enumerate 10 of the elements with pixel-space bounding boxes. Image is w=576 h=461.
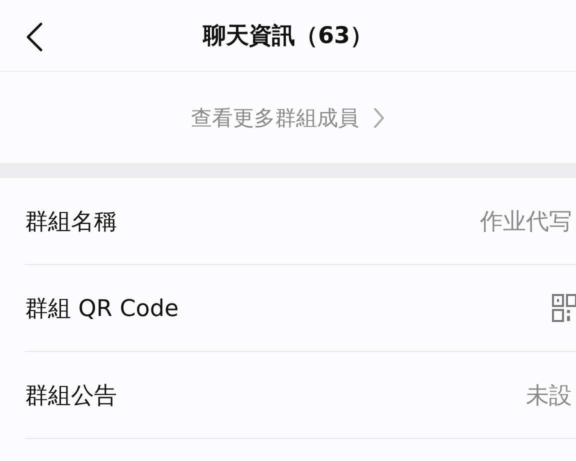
page-title: 聊天資訊（63） xyxy=(202,22,373,51)
row-value: 未設 xyxy=(526,382,573,410)
row-label: 群組名稱 xyxy=(25,208,117,236)
row-label: 群組 QR Code xyxy=(25,294,179,324)
row-label: 群組公告 xyxy=(25,382,117,410)
back-icon[interactable] xyxy=(25,22,43,52)
qr-code-icon[interactable] xyxy=(552,294,576,322)
chevron-right-icon xyxy=(373,106,385,128)
more-members-link[interactable]: 查看更多群組成員 xyxy=(191,104,359,132)
row-value: 作业代写 xyxy=(480,208,573,236)
